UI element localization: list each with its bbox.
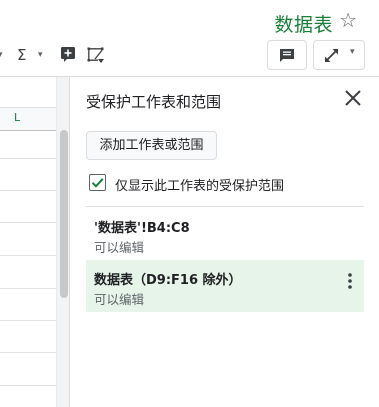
insert-comment-icon[interactable]	[60, 46, 76, 62]
row-line	[0, 385, 56, 386]
panel-title: 受保护工作表和范围	[86, 93, 222, 111]
column-header[interactable]: L	[0, 107, 56, 131]
add-sheet-or-range-button[interactable]: 添加工作表或范围	[86, 131, 217, 160]
checkbox-label[interactable]: 仅显示此工作表的受保护范围	[115, 175, 284, 194]
row-line	[0, 158, 56, 159]
spreadsheet-grid[interactable]: L	[0, 107, 56, 407]
range-name: '数据表'!B4:C8	[94, 221, 190, 236]
vertical-scrollbar[interactable]	[56, 77, 70, 407]
show-sheet-ranges-checkbox[interactable]	[89, 174, 106, 191]
scrollbar-thumb[interactable]	[60, 130, 68, 298]
filter-views-icon[interactable]	[86, 46, 106, 64]
protected-range-item[interactable]: '数据表'!B4:C8 可以编辑	[86, 208, 364, 260]
range-permission: 可以编辑	[94, 240, 145, 255]
chevron-down-icon: ▾	[350, 47, 355, 57]
row-line	[0, 190, 56, 191]
document-title[interactable]: 数据表	[274, 10, 333, 37]
column-letter-l[interactable]: L	[14, 111, 20, 124]
comment-icon	[280, 49, 294, 62]
protected-ranges-panel: 受保护工作表和范围 添加工作表或范围 仅显示此工作表的受保护范围 '数据表'!B…	[70, 77, 379, 407]
chevron-down-icon[interactable]: ▾	[0, 38, 3, 72]
range-name: 数据表（D9:F16 除外）	[94, 273, 242, 288]
functions-menu-chevron-icon[interactable]: ▾	[38, 38, 43, 72]
more-vert-icon[interactable]	[342, 271, 358, 291]
close-icon[interactable]	[342, 87, 364, 109]
toolbar: ▾ Σ ▾ ▾	[0, 38, 379, 74]
range-permission: 可以编辑	[94, 292, 145, 307]
row-line	[0, 320, 56, 321]
expand-icon	[325, 49, 338, 62]
row-line	[0, 288, 56, 289]
divider	[86, 206, 364, 207]
protected-range-item[interactable]: 数据表（D9:F16 除外） 可以编辑	[86, 260, 364, 312]
collapse-controls-button[interactable]: ▾	[313, 40, 365, 70]
functions-button[interactable]: Σ	[17, 38, 26, 72]
checkmark-icon	[91, 178, 104, 188]
row-line	[0, 255, 56, 256]
row-line	[0, 352, 56, 353]
comment-history-button[interactable]	[267, 40, 307, 70]
row-line	[0, 222, 56, 223]
star-icon[interactable]: ☆	[339, 9, 357, 31]
